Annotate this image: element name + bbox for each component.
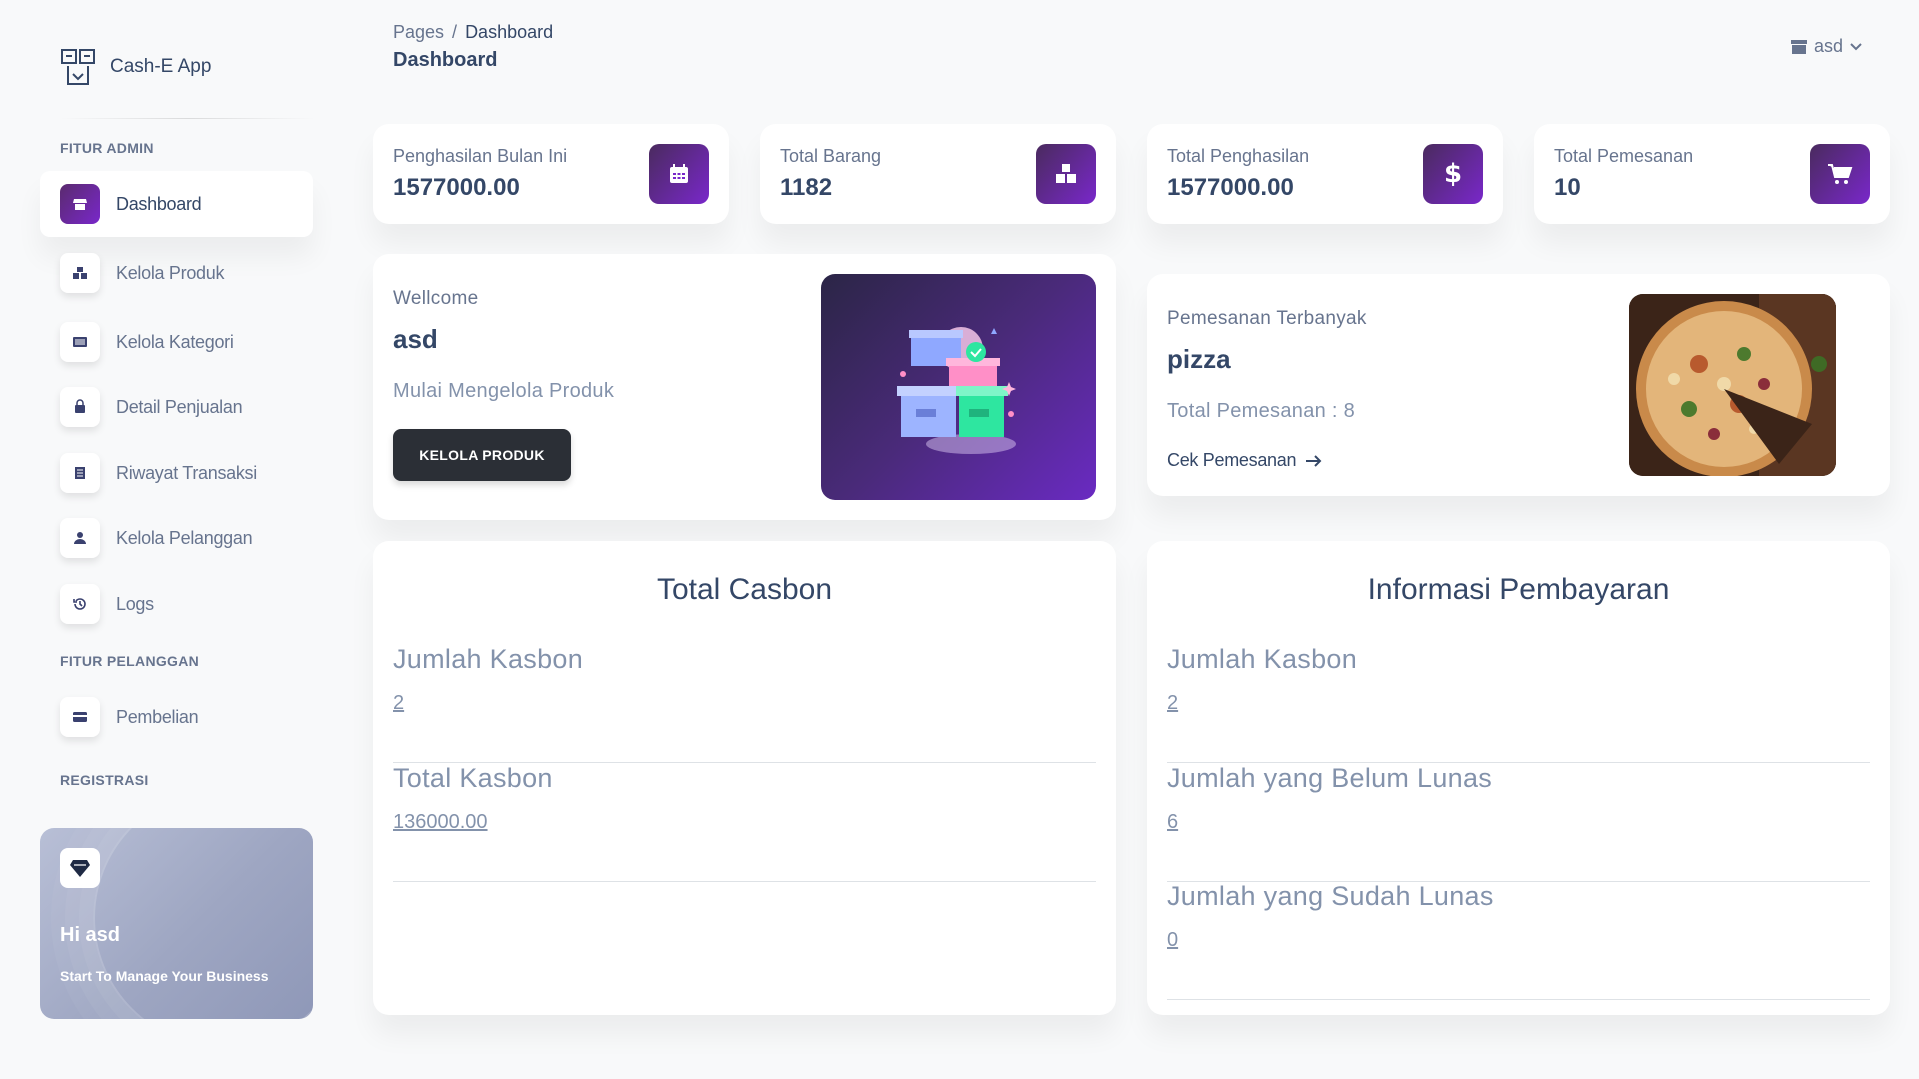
top-order-title: Pemesanan Terbanyak [1167,308,1367,329]
sidebar-item-label: Kelola Pelanggan [116,527,253,548]
user-name: asd [1814,36,1844,56]
cek-pemesanan-label: Cek Pemesanan [1167,450,1297,470]
list-icon [60,322,100,362]
sidebar-item-label: Riwayat Transaksi [116,462,257,483]
stat-label: Penghasilan Bulan Ini [393,146,568,166]
info-label: Jumlah yang Belum Lunas [1167,763,1493,793]
info-label: Jumlah Kasbon [1167,644,1358,674]
shopping-bag-icon [60,387,100,427]
stat-card-monthly-income: Penghasilan Bulan Ini 1577000.00 [373,124,729,224]
pizza-image [1629,294,1836,476]
breadcrumb-separator: / [452,22,458,42]
info-value-link[interactable]: 2 [393,692,404,715]
shop-icon [60,184,100,224]
breadcrumb-current: Dashboard [465,22,554,42]
payment-info-card: Informasi Pembayaran Jumlah Kasbon 2 Jum… [1147,541,1890,1015]
welcome-card: Wellcome asd Mulai Mengelola Produk KELO… [373,254,1116,520]
sidebar-item-label: Logs [116,593,154,614]
sidebar-item-detail-penjualan[interactable]: Detail Penjualan [40,374,313,440]
credit-card-icon [60,697,100,737]
section-title-customer: FITUR PELANGGAN [60,653,200,669]
boxes-icon [1036,144,1096,204]
stat-label: Total Pemesanan [1554,146,1694,166]
breadcrumb: Pages / Dashboard [393,22,553,43]
brand-name: Cash-E App [110,56,212,77]
section-title-admin: FITUR ADMIN [60,140,154,156]
top-order-count: Total Pemesanan : 8 [1167,400,1356,422]
boxes-illustration [821,274,1096,500]
receipt-icon [60,453,100,493]
promo-card: Hi asd Start To Manage Your Business [40,828,313,1019]
info-value-link[interactable]: 2 [1167,692,1178,715]
stat-value: 1577000.00 [1167,174,1294,201]
sidebar-item-pembelian[interactable]: Pembelian [40,684,313,750]
sidebar-item-dashboard[interactable]: Dashboard [40,171,313,237]
sidebar-item-kelola-kategori[interactable]: Kelola Kategori [40,309,313,375]
sidebar-item-riwayat-transaksi[interactable]: Riwayat Transaksi [40,440,313,506]
promo-subtitle: Start To Manage Your Business [60,968,269,984]
promo-title: Hi asd [60,924,121,946]
stat-card-total-items: Total Barang 1182 [760,124,1116,224]
info-label: Total Kasbon [393,763,553,793]
cek-pemesanan-link[interactable]: Cek Pemesanan [1167,450,1324,471]
sidebar-item-label: Dashboard [116,193,202,214]
cash-register-icon [61,49,95,85]
info-label: Jumlah Kasbon [393,644,584,674]
casbon-title: Total Casbon [656,573,833,606]
top-order-product: pizza [1167,344,1231,374]
store-icon [1791,39,1807,54]
info-value-link[interactable]: 0 [1167,929,1178,952]
welcome-name: asd [393,324,438,354]
breadcrumb-root[interactable]: Pages [393,22,444,42]
payment-row-belum-lunas: Jumlah yang Belum Lunas 6 [1167,763,1870,882]
chevron-down-icon [1850,42,1862,50]
payment-row-jumlah-kasbon: Jumlah Kasbon 2 [1167,644,1870,763]
user-icon [60,518,100,558]
sidebar-item-label: Detail Penjualan [116,396,243,417]
welcome-description: Mulai Mengelola Produk [393,380,615,402]
promo-background-pattern [93,828,313,1019]
calendar-icon [649,144,709,204]
sidebar-item-logs[interactable]: Logs [40,571,313,637]
stat-value: 1182 [780,174,833,201]
cart-icon [1810,144,1870,204]
casbon-card: Total Casbon Jumlah Kasbon 2 Total Kasbo… [373,541,1116,1015]
stat-card-total-orders: Total Pemesanan 10 [1534,124,1890,224]
arrow-right-icon [1306,454,1322,467]
info-value-link[interactable]: 6 [1167,811,1178,834]
casbon-row-total: Total Kasbon 136000.00 [393,763,1096,882]
diamond-icon [60,848,100,888]
brand-logo[interactable]: Cash-E App [60,48,211,86]
page-title: Dashboard [393,49,498,71]
stat-label: Total Barang [780,146,882,166]
sidebar-item-kelola-produk[interactable]: Kelola Produk [40,240,313,306]
sidebar-item-label: Kelola Produk [116,262,225,283]
kelola-produk-button[interactable]: KELOLA PRODUK [393,429,571,481]
payment-info-title: Informasi Pembayaran [1367,573,1670,606]
payment-row-sudah-lunas: Jumlah yang Sudah Lunas 0 [1167,881,1870,1000]
casbon-row-jumlah: Jumlah Kasbon 2 [393,644,1096,763]
boxes-icon [60,253,100,293]
info-label: Jumlah yang Sudah Lunas [1167,881,1494,911]
info-value-link[interactable]: 136000.00 [393,811,488,834]
stat-label: Total Penghasilan [1167,146,1310,166]
sidebar-divider [60,118,315,119]
sidebar: Cash-E App FITUR ADMIN Dashboard Kelola … [0,0,330,1079]
sidebar-item-label: Kelola Kategori [116,331,234,352]
sidebar-item-label: Pembelian [116,706,199,727]
sidebar-item-kelola-pelanggan[interactable]: Kelola Pelanggan [40,505,313,571]
dollar-icon: $ [1423,144,1483,204]
top-order-card: Pemesanan Terbanyak pizza Total Pemesana… [1147,274,1890,496]
welcome-greeting: Wellcome [393,288,479,309]
stat-value: 10 [1554,174,1581,201]
stat-card-total-income: Total Penghasilan 1577000.00 $ [1147,124,1503,224]
stat-value: 1577000.00 [393,174,520,201]
history-icon [60,584,100,624]
section-title-register: REGISTRASI [60,772,149,788]
user-menu[interactable]: asd [1790,36,1863,57]
